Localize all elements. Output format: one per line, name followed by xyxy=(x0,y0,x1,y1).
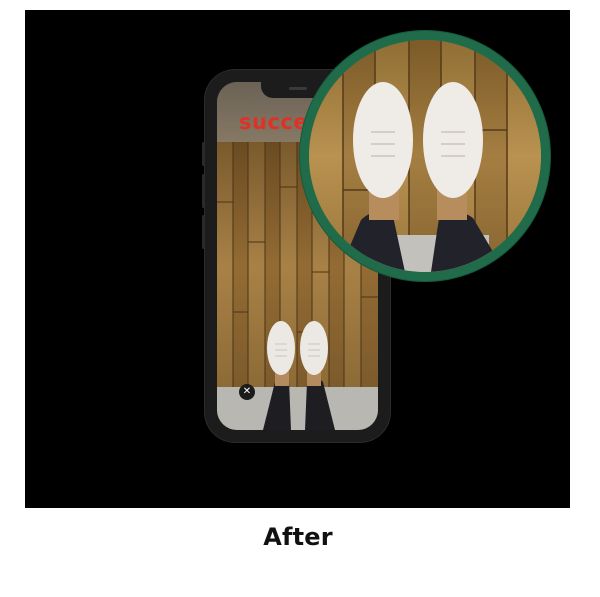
close-icon[interactable]: ✕ xyxy=(239,384,255,400)
phone-side-button xyxy=(202,142,205,166)
phone-speaker xyxy=(289,87,307,90)
phone-side-button xyxy=(202,174,205,208)
demo-panel: succe ✕ xyxy=(25,10,570,508)
status-text: succe xyxy=(239,110,309,134)
magnified-view xyxy=(309,40,541,272)
magnified-feet-image xyxy=(309,40,541,272)
caption-label: After xyxy=(263,523,333,551)
phone-side-button xyxy=(202,215,205,249)
magnifier-lens xyxy=(300,31,550,281)
